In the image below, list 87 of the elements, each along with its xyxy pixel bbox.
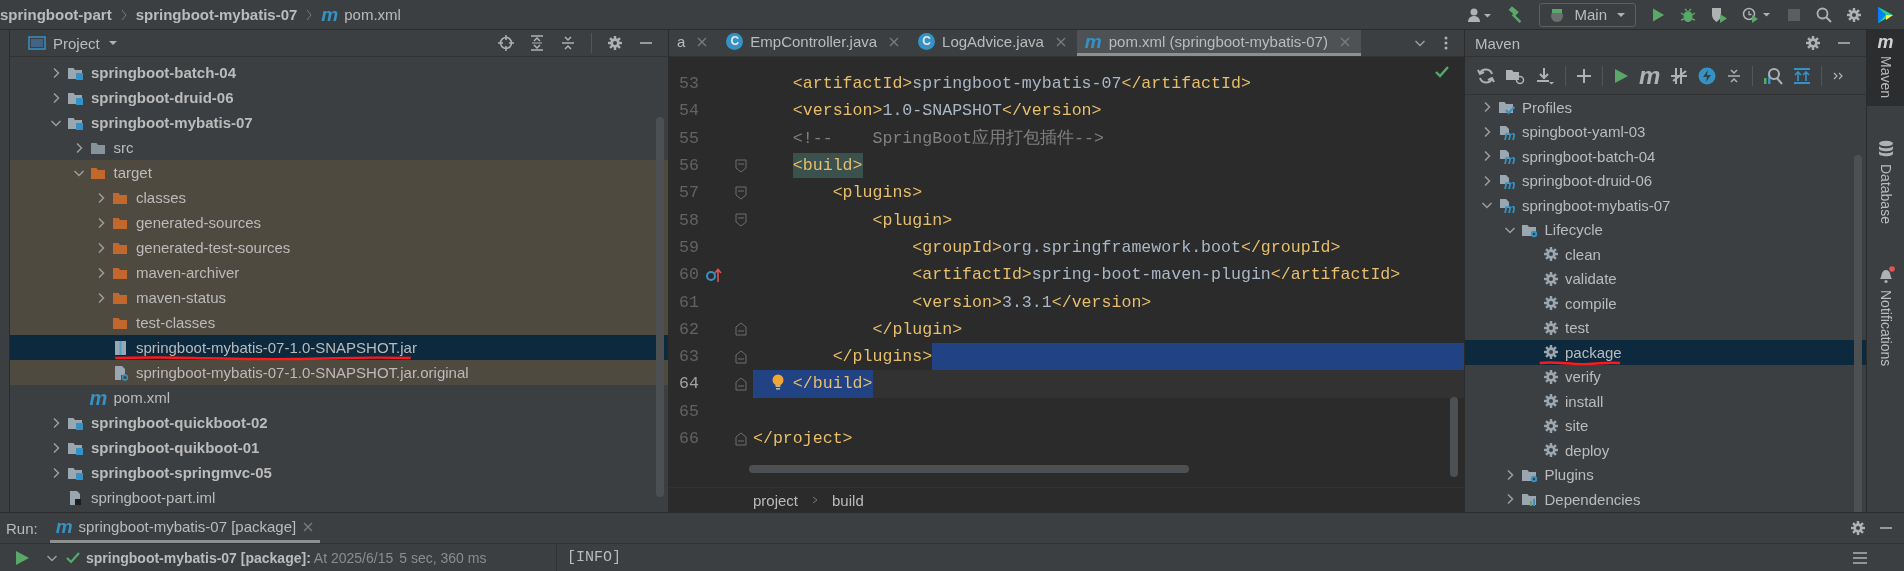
class-icon: C — [726, 33, 744, 50]
run-tab[interactable]: m springboot-mybatis-07 [package] — [49, 513, 321, 543]
line-number: 54 — [678, 100, 700, 123]
code-line: <plugin> — [871, 209, 953, 232]
line-number: 60 — [678, 264, 700, 287]
line-number: 63 — [678, 346, 700, 369]
tree-item[interactable]: springboot-part.iml — [10, 485, 668, 510]
tree-item[interactable]: Dependencies — [1465, 487, 1866, 512]
m-icon: m — [55, 518, 73, 535]
tree-item[interactable]: clean — [1465, 242, 1866, 267]
tree-item[interactable]: Plugins — [1465, 462, 1866, 487]
editor-tab[interactable]: a — [669, 30, 719, 56]
line-number: 61 — [678, 291, 700, 314]
tree-item[interactable]: springboot-mybatis-07 — [10, 110, 668, 135]
panel-title: Run: — [6, 519, 38, 537]
code-line: <version>1.0-SNAPSHOT</version> — [791, 100, 1102, 123]
tree-item[interactable]: m springboot-mybatis-07 — [1465, 193, 1866, 218]
panel-title-dropdown[interactable]: Project — [28, 34, 119, 52]
line-number: 56 — [678, 155, 700, 178]
breadcrumb[interactable]: springboot-part — [0, 6, 112, 23]
m-icon: m — [1084, 33, 1102, 50]
tool-window-button[interactable]: Notifications — [1866, 261, 1904, 375]
code-line: <artifactId>spring-boot-maven-plugin</artifactId> — [911, 264, 1401, 287]
line-number: 62 — [678, 318, 700, 341]
breadcrumb[interactable]: springboot-mybatis-07 — [135, 6, 298, 23]
tree-item[interactable]: generated-test-sources — [10, 235, 668, 260]
tree-item[interactable]: test — [1465, 315, 1866, 340]
tree-item[interactable]: site — [1465, 413, 1866, 438]
code-line: <groupId>org.springframework.boot</groupId> — [911, 236, 1341, 259]
breadcrumb[interactable]: pom.xml — [344, 6, 401, 23]
tree-item[interactable]: springboot-mybatis-07-1.0-SNAPSHOT.jar — [10, 335, 668, 360]
code-line: </plugin> — [871, 318, 963, 341]
run-config-dropdown[interactable]: Main — [1539, 2, 1636, 27]
line-number: 58 — [678, 209, 700, 232]
code-line: </project> — [753, 428, 853, 450]
tree-item[interactable]: generated-sources — [10, 210, 668, 235]
tree-item[interactable]: maven-archiver — [10, 260, 668, 285]
line-number: 57 — [678, 182, 700, 205]
editor-tab[interactable]: C EmpController.java — [718, 30, 911, 56]
tree-item[interactable]: springboot-quickboot-02 — [10, 410, 668, 435]
tree-item[interactable]: springboot-mybatis-07-1.0-SNAPSHOT.jar.original — [10, 360, 668, 385]
line-number: 65 — [678, 400, 700, 423]
editor-tab[interactable]: C LogAdvice.java — [910, 30, 1077, 56]
code-line: <artifactId>springboot-mybatis-07</artifactId> — [791, 73, 1251, 96]
line-number: 53 — [678, 73, 700, 96]
tree-item[interactable]: springboot-quikboot-01 — [10, 435, 668, 460]
tree-item[interactable]: src — [10, 135, 668, 160]
line-number: 64 — [678, 373, 700, 396]
tree-item[interactable]: install — [1465, 389, 1866, 414]
m-icon[interactable]: m — [1639, 67, 1661, 84]
tool-window-button[interactable]: Database — [1866, 136, 1904, 232]
m-icon: m — [321, 6, 339, 23]
tree-item[interactable]: springboot-batch-04 — [10, 60, 668, 85]
tree-item[interactable]: springboot-druid-06 — [10, 85, 668, 110]
tree-item[interactable]: classes — [10, 185, 668, 210]
code-line: <version>3.3.1</version> — [911, 291, 1152, 314]
tree-item[interactable]: validate — [1465, 266, 1866, 291]
tree-item[interactable]: Profiles — [1465, 95, 1866, 120]
tree-item[interactable]: compile — [1465, 291, 1866, 316]
class-icon: C — [918, 33, 936, 50]
breadcrumb[interactable]: project — [753, 491, 799, 509]
tree-item[interactable]: package — [1465, 340, 1866, 365]
tree-item[interactable]: target — [10, 160, 668, 185]
editor-tab[interactable]: m pom.xml (springboot-mybatis-07) — [1076, 30, 1361, 56]
tool-window-button[interactable]: m Maven — [1866, 30, 1904, 107]
tree-item[interactable]: maven-status — [10, 285, 668, 310]
tree-item[interactable]: m springboot-batch-04 — [1465, 144, 1866, 169]
tree-item[interactable]: Lifecycle — [1465, 217, 1866, 242]
code-line: </plugins> — [831, 346, 933, 369]
panel-title: Maven — [1475, 34, 1521, 52]
line-number: 66 — [678, 428, 700, 450]
m-icon: m — [89, 389, 108, 406]
tree-item[interactable]: springboot-springmvc-05 — [10, 460, 668, 485]
tree-item[interactable]: deploy — [1465, 438, 1866, 463]
m-icon: m — [1877, 34, 1894, 50]
code-line: <!-- SpringBoot应用打包插件--> — [791, 127, 1104, 151]
code-line: <plugins> — [831, 182, 923, 205]
tree-item[interactable]: m spingboot-yaml-03 — [1465, 119, 1866, 144]
console-line: [INFO] — [567, 549, 622, 566]
breadcrumb[interactable]: build — [832, 491, 864, 509]
tree-item[interactable]: m pom.xml — [10, 385, 668, 410]
line-number: 55 — [678, 127, 700, 150]
tree-item[interactable]: m springboot-druid-06 — [1465, 168, 1866, 193]
run-tree-item[interactable]: springboot-mybatis-07 [package]: At 2025/6/15 5 sec, 360 ms — [44, 549, 487, 566]
tree-item[interactable]: test-classes — [10, 310, 668, 335]
line-number: 59 — [678, 236, 700, 259]
tree-item[interactable]: verify — [1465, 364, 1866, 389]
